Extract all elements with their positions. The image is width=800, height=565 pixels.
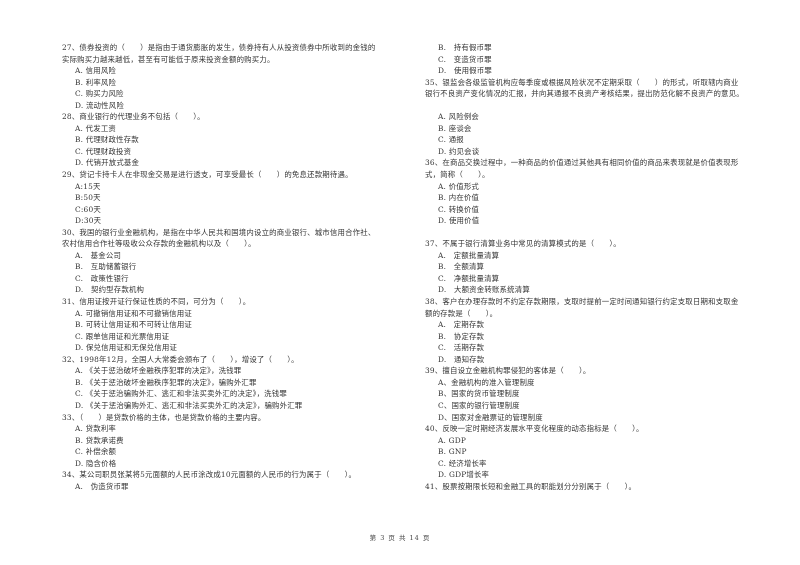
answer-option: B. GNP [438, 447, 467, 457]
answer-option: D、国家对金融票证的管理制度 [438, 412, 543, 422]
question-text: 38、客户在办理存款时不约定存款期限，支取时提前一定时间通知银行约定支取日期和支… [425, 297, 739, 307]
question-text: 41、股票按期限长短和金融工具的职能划分分别属于（ ）。 [425, 481, 637, 491]
answer-option: C. 补偿余额 [75, 447, 117, 457]
answer-option: B. 可转让信用证和不可转让信用证 [75, 320, 192, 330]
question-text: 农村信用合作社等吸收公众存款的金融机构以及（ ）。 [62, 239, 256, 249]
answer-option: C. 跟单信用证和光票信用证 [75, 331, 170, 341]
answer-option: B. 协定存款 [438, 331, 485, 341]
question-text: 28、商业银行的代理业务不包括（ ）。 [62, 112, 205, 122]
answer-option: A. 定期存款 [438, 320, 485, 330]
answer-option: D. 通知存款 [438, 354, 485, 364]
answer-option: A. 代发工资 [75, 123, 116, 133]
answer-option: B. 全额清算 [438, 262, 485, 272]
document-page: 27、债券投资的（ ）是指由于通货膨胀的发生，债券持有人从投资债券中所收到的金钱… [0, 0, 800, 565]
answer-option: C. 变造货币罪 [438, 54, 492, 64]
question-text: 实际购买力越来越低，甚至有可能低于原来投资金额的购买力。 [62, 54, 275, 64]
question-text: 36、在商品交换过程中，一种商品的价值通过其他具有相同价值的商品来表现就是价值表… [425, 158, 739, 168]
question-text: 式，简称（ ）。 [425, 170, 490, 180]
question-text: 31、信用证按开证行保证性质的不同，可分为（ ）。 [62, 297, 251, 307]
answer-option: D:30天 [75, 216, 102, 226]
question-text: 银行不良资产变化情况的汇报，并向其通报不良资产考核结果，提出防范化解不良资产的意… [425, 89, 744, 99]
answer-option: A、金融机构的准入管理制度 [438, 377, 535, 387]
answer-option: B. 座谈会 [438, 123, 472, 133]
question-text: 额的存款是（ ）。 [425, 308, 498, 318]
answer-option: A. 基金公司 [75, 250, 122, 260]
question-text: 27、债券投资的（ ）是指由于通货膨胀的发生，债券持有人从投资债券中所收到的金钱… [62, 43, 376, 52]
answer-option: D. 《关于惩治骗购外汇、逃汇和非法买卖外汇的决定》，骗购外汇罪 [75, 400, 303, 410]
answer-option: A. 可撤销信用证和不可撤销信用证 [75, 308, 192, 318]
answer-option: B. 内在价值 [438, 193, 480, 203]
answer-option: C. 净额批量清算 [438, 273, 500, 283]
answer-option: A. 风险例会 [438, 112, 479, 122]
answer-option: C. 政策性银行 [75, 273, 129, 283]
answer-option: D. 代销开放式基金 [75, 158, 140, 168]
answer-option: A. 价值形式 [438, 181, 479, 191]
answer-option: B. 《关于惩治破坏金融秩序犯罪的决定》，骗购外汇罪 [75, 377, 257, 387]
question-text: 29、贷记卡持卡人在非现金交易是进行透支，可享受最长（ ）的免息还款期待遇。 [62, 170, 353, 180]
answer-option: B. 利率风险 [75, 77, 117, 87]
answer-option: C. 活期存款 [438, 343, 485, 353]
answer-option: A. 伪造货币罪 [75, 481, 129, 491]
answer-option: D. 大额资金转账系统清算 [438, 285, 530, 295]
answer-option: A. 贷款利率 [75, 424, 116, 434]
right-column: B. 持有假币罪 C. 变造货币罪 D. 使用假币罪 35、银监会各级监管机构应每季度… [425, 42, 775, 492]
answer-option: B. 互助储蓄银行 [75, 262, 137, 272]
answer-option: D. 契约型存款机构 [75, 285, 145, 295]
answer-option: C. 代理财政投资 [75, 146, 132, 156]
answer-option: B. 代理财政性存款 [75, 135, 139, 145]
left-column: 27、债券投资的（ ）是指由于通货膨胀的发生，债券持有人从投资债券中所收到的金钱… [62, 42, 407, 492]
answer-option: A. 《关于惩治破坏金融秩序犯罪的决定》，洗钱罪 [75, 366, 242, 376]
answer-option: C. 转换价值 [438, 204, 480, 214]
question-text: 33、（ ）是贷款价格的主体，也是贷款价格的主要内容。 [62, 412, 266, 422]
answer-option: D. 保兑信用证和无保兑信用证 [75, 343, 178, 353]
answer-option: B、国家的货币管理制度 [438, 389, 520, 399]
answer-option: C. 《关于惩治骗购外汇、逃汇和非法买卖外汇的决定》，洗钱罪 [75, 389, 287, 399]
question-text: 35、银监会各级监管机构应每季度或根据风险状况不定期采取（ ）的形式，听取辖内商… [425, 77, 739, 87]
question-text: 32、1998年12月，全国人大常委会颁布了（ ），增设了（ ）。 [62, 354, 299, 364]
answer-option: C. 通报 [438, 135, 464, 145]
answer-option: D. 约见会谈 [438, 146, 480, 156]
answer-option: D. 隐含价格 [75, 458, 117, 468]
answer-option: B. 贷款承诺费 [75, 435, 124, 445]
page-footer: 第 3 页 共 14 页 [369, 534, 431, 542]
answer-option: C:60天 [75, 204, 101, 214]
answer-option: A. 定额批量清算 [438, 250, 500, 260]
answer-option: C. 经济增长率 [438, 458, 487, 468]
answer-option: B. 持有假币罪 [438, 43, 492, 52]
answer-option: C. 购买力风险 [75, 89, 124, 99]
answer-option: D. 使用价值 [438, 216, 480, 226]
answer-option: D. 流动性风险 [75, 100, 124, 110]
question-text: 30、我国的银行业金融机构，是指在中华人民共和国境内设立的商业银行、城市信用合作… [62, 227, 376, 237]
answer-option: A. GDP [438, 435, 467, 445]
answer-option: A:15天 [75, 181, 101, 191]
question-text: 39、擅自设立金融机构罪侵犯的客体是（ ）。 [425, 366, 591, 376]
question-text: 34、某公司职员张某将5元面额的人民币涂改成10元面额的人民币的行为属于（ ）。 [62, 470, 357, 480]
answer-option: D. GDP增长率 [438, 470, 490, 480]
question-text: 37、不属于银行清算业务中常见的清算模式的是（ ）。 [425, 239, 621, 249]
answer-option: B:50天 [75, 193, 101, 203]
answer-option: A. 信用风险 [75, 66, 116, 76]
answer-option: C、国家的银行管理制度 [438, 400, 520, 410]
question-text: 40、反映一定时期经济发展水平变化程度的动态指标是（ ）。 [425, 424, 644, 434]
answer-option: D. 使用假币罪 [438, 66, 492, 76]
